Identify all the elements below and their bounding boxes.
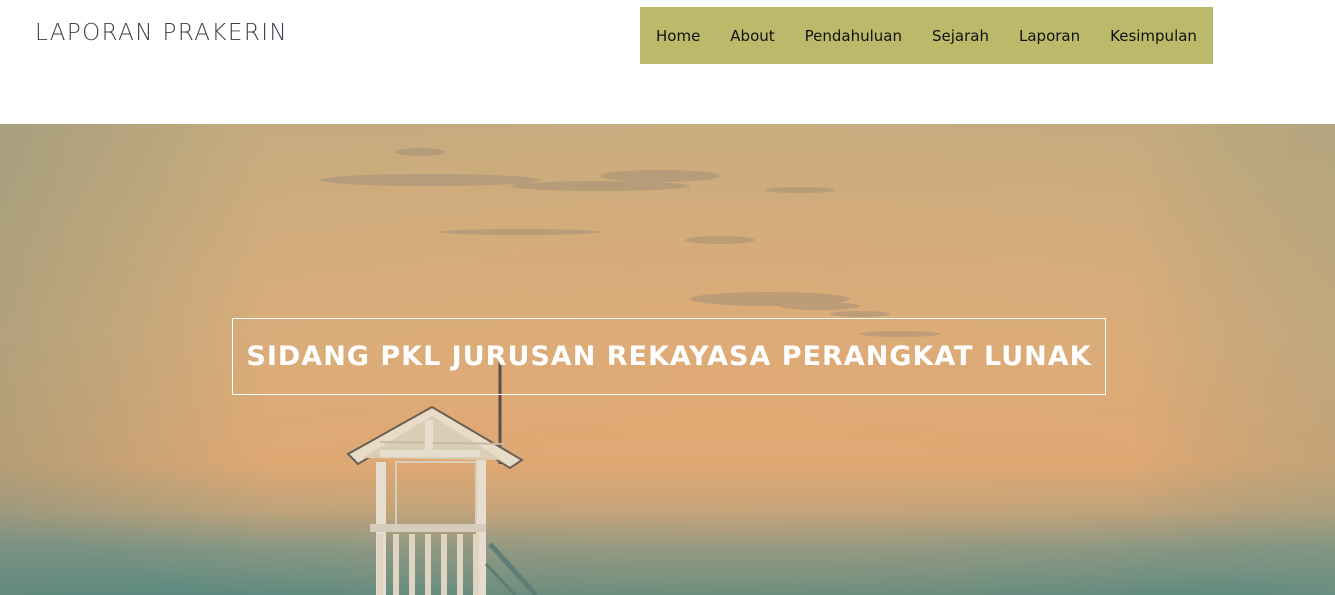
main-nav: Home About Pendahuluan Sejarah Laporan K…: [640, 7, 1213, 64]
nav-kesimpulan[interactable]: Kesimpulan: [1110, 27, 1197, 45]
site-title[interactable]: LAPORAN PRAKERIN: [35, 20, 288, 46]
hero-title-box: SIDANG PKL JURUSAN REKAYASA PERANGKAT LU…: [232, 318, 1106, 395]
nav-home[interactable]: Home: [656, 27, 700, 45]
nav-pendahuluan[interactable]: Pendahuluan: [805, 27, 902, 45]
nav-about[interactable]: About: [730, 27, 774, 45]
nav-laporan[interactable]: Laporan: [1019, 27, 1080, 45]
site-header: LAPORAN PRAKERIN Home About Pendahuluan …: [0, 0, 1335, 124]
hero-banner: SIDANG PKL JURUSAN REKAYASA PERANGKAT LU…: [0, 124, 1335, 595]
hero-title: SIDANG PKL JURUSAN REKAYASA PERANGKAT LU…: [246, 341, 1092, 372]
nav-sejarah[interactable]: Sejarah: [932, 27, 989, 45]
